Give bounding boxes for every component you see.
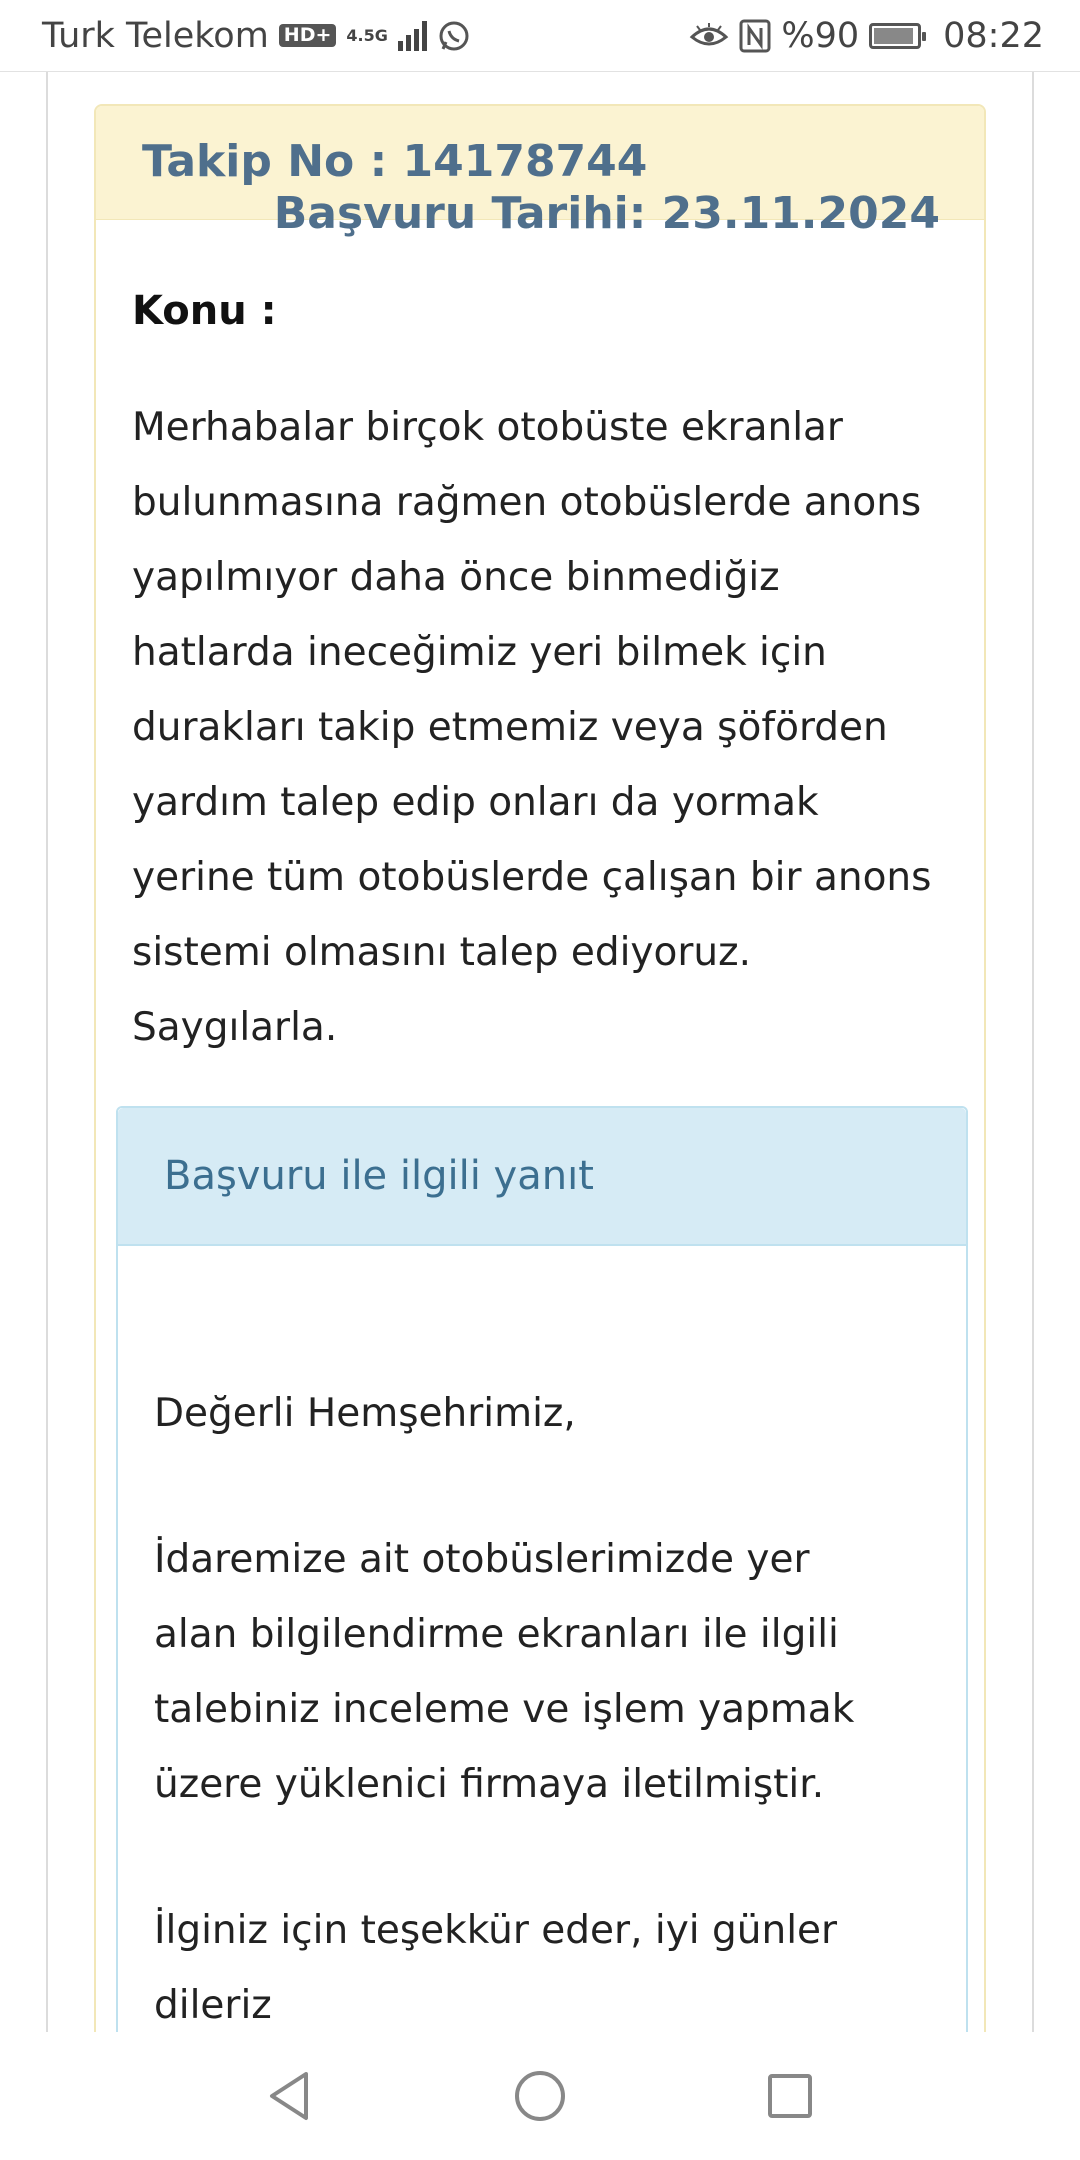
- eye-comfort-icon: [690, 22, 729, 45]
- status-bar: Turk Telekom HD+ 4.5G %90 08:22: [0, 0, 1080, 72]
- back-triangle-icon: [270, 2072, 308, 2120]
- reply-text: İdaremize ait otobüslerimizde yer alan b…: [154, 1537, 855, 1807]
- signal-icon: [397, 20, 427, 51]
- subject-label: Konu :: [132, 288, 277, 334]
- back-button[interactable]: [260, 2066, 320, 2126]
- reply-panel: Başvuru ile ilgili yanıt Değerli Hemşehr…: [116, 1106, 968, 2032]
- home-button[interactable]: [510, 2066, 570, 2126]
- carrier-name: Turk Telekom: [42, 15, 269, 56]
- recents-button[interactable]: [760, 2066, 820, 2126]
- home-circle-icon: [515, 2071, 565, 2121]
- network-label: 4.5G: [346, 25, 388, 45]
- page-frame: Takip No : 14178744 Başvuru Tarihi: 23.1…: [46, 72, 1034, 2032]
- whatsapp-icon: [439, 21, 469, 50]
- reply-title: Başvuru ile ilgili yanıt: [118, 1108, 966, 1246]
- nfc-icon: [739, 19, 771, 52]
- tracking-number: Takip No : 14178744: [142, 136, 648, 187]
- navigation-bar: [0, 2032, 1080, 2160]
- reply-closing: İlginiz için teşekkür eder, iyi günler d…: [154, 1908, 838, 2028]
- status-left: Turk Telekom HD+ 4.5G: [42, 16, 471, 56]
- recents-square-icon: [768, 2074, 812, 2118]
- reply-body: Değerli Hemşehrimiz, İdaremize ait otobü…: [118, 1246, 898, 2032]
- network-type: 4.5G: [346, 25, 388, 45]
- application-card: Takip No : 14178744 Başvuru Tarihi: 23.1…: [94, 104, 986, 2032]
- status-right: %90 08:22: [689, 16, 1044, 56]
- battery-icon: [869, 22, 927, 49]
- reply-greeting: Değerli Hemşehrimiz,: [154, 1391, 576, 1436]
- application-header: Takip No : 14178744 Başvuru Tarihi: 23.1…: [96, 106, 984, 239]
- clock: 08:22: [943, 15, 1044, 56]
- battery-percent: %90: [781, 15, 860, 56]
- subject-text: Merhabalar birçok otobüste ekranlar bulu…: [132, 405, 932, 1050]
- hd-badge: HD+: [278, 24, 337, 47]
- application-date: Başvuru Tarihi: 23.11.2024: [273, 188, 940, 239]
